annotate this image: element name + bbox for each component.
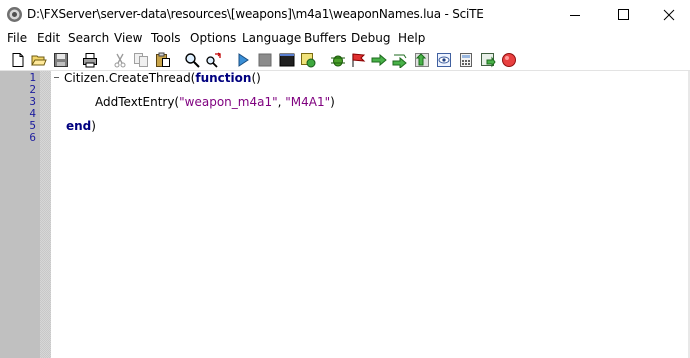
- bug-icon[interactable]: [330, 52, 346, 68]
- string-token: "weapon_m4a1": [179, 95, 278, 109]
- code-token: ): [91, 119, 96, 133]
- keyword-token: end: [66, 119, 92, 133]
- keyword-token: function: [195, 71, 252, 85]
- menu-tools[interactable]: Tools: [151, 31, 181, 45]
- paste-icon[interactable]: [155, 52, 171, 68]
- minimize-icon[interactable]: [552, 0, 598, 30]
- code-token: Citizen.CreateThread(: [64, 71, 196, 85]
- find-icon[interactable]: [184, 52, 200, 68]
- scite-app-icon[interactable]: [6, 6, 23, 23]
- macro-icon[interactable]: [300, 52, 316, 68]
- string-token: "M4A1": [285, 95, 331, 109]
- step-over-icon[interactable]: [392, 52, 408, 68]
- calculator-icon[interactable]: [458, 52, 474, 68]
- editor-pane[interactable]: 1 2 3 4 5 6 Citizen.CreateThread(functio…: [0, 71, 690, 358]
- menu-debug[interactable]: Debug: [351, 31, 390, 45]
- code-token: ): [330, 95, 335, 109]
- toolbar-separator: [322, 52, 323, 68]
- line-number: 6: [29, 131, 36, 144]
- menu-help[interactable]: Help: [398, 31, 425, 45]
- step-into-icon[interactable]: [371, 52, 387, 68]
- code-line-3: AddTextEntry("weapon_m4a1", "M4A1"): [95, 96, 335, 108]
- copy-icon[interactable]: [133, 52, 149, 68]
- menu-bar: File Edit Search View Tools Options Lang…: [0, 30, 690, 48]
- code-token: AddTextEntry(: [95, 95, 180, 109]
- toolbar-separator: [227, 52, 228, 68]
- save-icon[interactable]: [53, 52, 69, 68]
- menu-file[interactable]: File: [7, 31, 27, 45]
- menu-view[interactable]: View: [114, 31, 142, 45]
- print-icon[interactable]: [82, 52, 98, 68]
- toolbar-separator: [74, 52, 75, 68]
- flag-icon[interactable]: [350, 52, 366, 68]
- new-file-icon[interactable]: [10, 52, 26, 68]
- line-number-margin[interactable]: 1 2 3 4 5 6: [0, 71, 40, 358]
- code-text-area[interactable]: Citizen.CreateThread(function() AddTextE…: [64, 71, 690, 358]
- compile-icon[interactable]: [235, 52, 251, 68]
- stop-icon[interactable]: [257, 52, 273, 68]
- menu-search[interactable]: Search: [68, 31, 109, 45]
- code-token: (): [251, 71, 261, 85]
- output-icon[interactable]: [279, 52, 295, 68]
- step-out-icon[interactable]: [414, 52, 430, 68]
- close-icon[interactable]: [646, 0, 690, 30]
- cut-icon[interactable]: [112, 52, 128, 68]
- menu-options[interactable]: Options: [190, 31, 236, 45]
- menu-edit[interactable]: Edit: [37, 31, 60, 45]
- title-bar: D:\FXServer\server-data\resources\[weapo…: [0, 0, 690, 30]
- stop-execution-icon[interactable]: [501, 52, 517, 68]
- fold-marker-icon[interactable]: [54, 77, 59, 78]
- breakpoint-icon[interactable]: [480, 52, 496, 68]
- code-line-1: Citizen.CreateThread(function(): [64, 72, 261, 84]
- toolbar-separator: [176, 52, 177, 68]
- window-title: D:\FXServer\server-data\resources\[weapo…: [27, 7, 484, 21]
- menu-language[interactable]: Language: [242, 31, 301, 45]
- watch-icon[interactable]: [436, 52, 452, 68]
- replace-icon[interactable]: [205, 52, 221, 68]
- maximize-icon[interactable]: [600, 0, 646, 30]
- code-line-5: end): [66, 120, 96, 132]
- toolbar-separator: [104, 52, 105, 68]
- open-folder-icon[interactable]: [31, 52, 47, 68]
- menu-buffers[interactable]: Buffers: [304, 31, 347, 45]
- toolbar: [0, 49, 690, 71]
